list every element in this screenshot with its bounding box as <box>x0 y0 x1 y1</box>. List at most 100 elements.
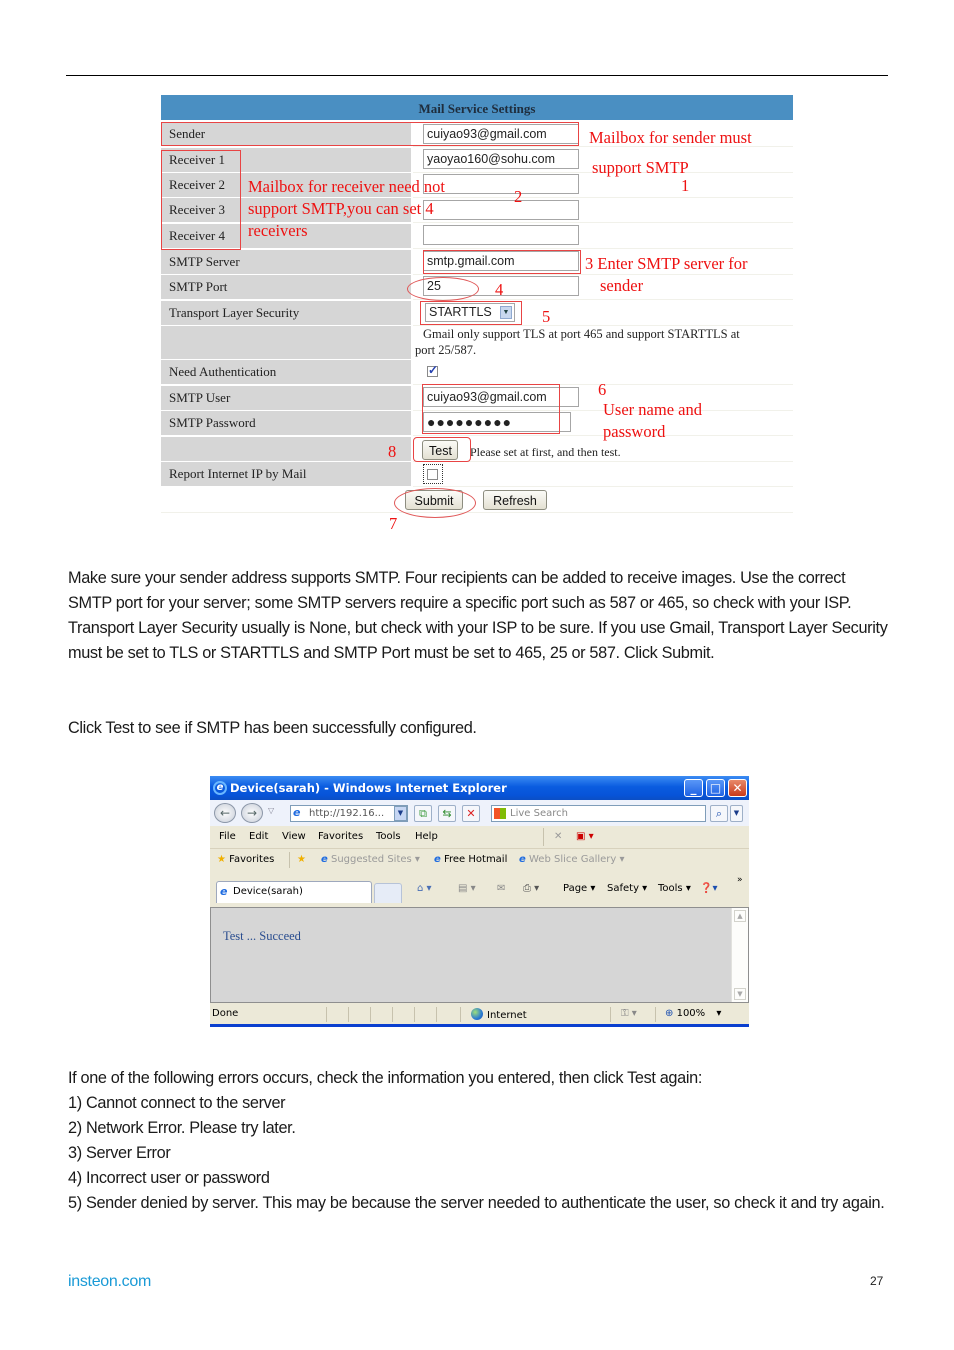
browser-nav-bar: ← → ▽ e http://192.16... ▼ ⧉ ⇆ ✕ Live Se… <box>210 800 749 826</box>
forward-icon[interactable]: → <box>241 803 263 823</box>
zoom-control[interactable]: ⊕ 100% ▾ <box>665 1008 721 1019</box>
search-options-icon[interactable]: ▼ <box>730 805 743 822</box>
receiver-3-field[interactable] <box>423 200 579 220</box>
test-instruction: Click Test to see if SMTP has been succe… <box>68 719 477 737</box>
print-icon[interactable]: ⎙ ▾ <box>523 883 539 894</box>
browser-window-screenshot: e Device(sarah) - Windows Internet Explo… <box>210 776 749 1027</box>
annotation-box-receivers <box>161 150 241 250</box>
mail-icon[interactable]: ✉ <box>497 883 505 894</box>
annotation-box-smtp-server <box>423 250 581 274</box>
live-search-logo-icon <box>494 808 506 819</box>
annotation-3-line2: sender <box>600 276 644 295</box>
row-report-ip: Report Internet IP by Mail <box>161 462 793 487</box>
compatibility-icon[interactable]: ⧉ <box>414 805 432 822</box>
menu-favorites[interactable]: Favorites <box>318 831 363 842</box>
pdf-icon[interactable]: ▣ ▾ <box>576 831 594 842</box>
test-hint: Please set at first, and then test. <box>470 445 621 459</box>
suggested-sites-link[interactable]: e Suggested Sites ▾ <box>321 854 420 865</box>
menu-help[interactable]: Help <box>415 831 438 842</box>
annotation-4-number: 4 <box>495 280 504 299</box>
home-icon[interactable]: ⌂ ▾ <box>417 883 432 894</box>
refresh-button[interactable]: Refresh <box>483 490 547 510</box>
annotation-oval-submit <box>394 488 476 518</box>
free-hotmail-link[interactable]: e Free Hotmail <box>434 854 507 865</box>
error-item: 4) Incorrect user or password <box>68 1169 270 1187</box>
receiver-2-field[interactable] <box>423 174 579 194</box>
new-tab-button[interactable] <box>374 883 402 903</box>
history-dropdown-icon[interactable]: ▽ <box>268 806 274 815</box>
label-smtp-user: SMTP User <box>161 386 411 410</box>
annotation-1-number: 1 <box>681 176 690 195</box>
error-item: 5) Sender denied by server. This may be … <box>68 1194 885 1212</box>
ie-logo-icon: e <box>213 781 227 795</box>
menu-view[interactable]: View <box>282 831 306 842</box>
label-smtp-port: SMTP Port <box>161 275 411 299</box>
label-report-ip: Report Internet IP by Mail <box>161 462 411 486</box>
scroll-up-icon[interactable]: ▲ <box>734 910 746 922</box>
security-zone: Internet <box>471 1008 527 1021</box>
error-item: 1) Cannot connect to the server <box>68 1094 286 1112</box>
refresh-icon[interactable]: ⇆ <box>438 805 456 822</box>
vertical-scrollbar[interactable]: ▲ ▼ <box>731 908 748 1002</box>
scroll-down-icon[interactable]: ▼ <box>734 988 746 1000</box>
need-auth-checkbox[interactable] <box>427 363 438 378</box>
star-icon: ★ <box>217 854 226 865</box>
footer-site-link[interactable]: insteon.com <box>68 1273 151 1291</box>
error-item: 2) Network Error. Please try later. <box>68 1119 296 1137</box>
add-favorites-icon[interactable]: ★ <box>297 854 306 865</box>
back-icon[interactable]: ← <box>214 803 236 823</box>
menu-bar: File Edit View Favorites Tools Help ✕ ▣ … <box>210 826 749 849</box>
feeds-icon[interactable]: ▤ ▾ <box>458 883 476 894</box>
menu-file[interactable]: File <box>219 831 236 842</box>
error-section: If one of the following errors occurs, c… <box>68 1066 888 1216</box>
annotation-2-line1: Mailbox for receiver need not <box>248 177 446 196</box>
annotation-8-number: 8 <box>388 442 397 461</box>
annotation-5-number: 5 <box>542 307 551 326</box>
address-dropdown-icon[interactable]: ▼ <box>394 806 407 821</box>
annotation-1-line2: support SMTP <box>592 158 689 177</box>
tab-bar: e Device(sarah) ⌂ ▾ ▤ ▾ ✉ ⎙ ▾ Page ▾ Saf… <box>210 871 749 905</box>
favorites-button[interactable]: ★ Favorites <box>217 854 274 865</box>
annotation-1-line1: Mailbox for sender must <box>589 128 752 147</box>
safety-menu[interactable]: Safety ▾ <box>607 883 647 894</box>
search-icon[interactable]: ⌕ <box>710 805 728 822</box>
receiver-4-field[interactable] <box>423 225 579 245</box>
ie-page-icon: e <box>434 854 441 865</box>
report-ip-checkbox[interactable] <box>427 469 438 480</box>
close-toolbar-icon[interactable]: ✕ <box>554 831 562 842</box>
address-bar[interactable]: e http://192.16... <box>290 805 408 822</box>
search-input[interactable]: Live Search <box>491 805 706 822</box>
annotation-6-line2: password <box>603 422 666 441</box>
mail-settings-title: Mail Service Settings <box>161 95 793 120</box>
label-smtp-server: SMTP Server <box>161 250 411 274</box>
stop-icon[interactable]: ✕ <box>462 805 480 822</box>
annotation-2-line3: receivers <box>248 221 308 240</box>
error-intro: If one of the following errors occurs, c… <box>68 1069 702 1087</box>
ie-page-icon: e <box>321 854 328 865</box>
annotation-box-tls <box>420 301 522 325</box>
help-icon[interactable]: ❓▾ <box>700 883 717 894</box>
annotation-box-credentials <box>422 384 560 434</box>
web-slice-gallery-link[interactable]: e Web Slice Gallery ▾ <box>519 854 625 865</box>
status-bar: Done Internet ⚿ ▾ ⊕ 100% ▾ <box>210 1004 749 1024</box>
tools-menu[interactable]: Tools ▾ <box>658 883 691 894</box>
protected-mode-icon[interactable]: ⚿ ▾ <box>621 1008 637 1019</box>
close-icon[interactable]: ✕ <box>728 779 747 797</box>
page-content: Test ... Succeed ▲ ▼ <box>210 907 749 1003</box>
annotation-box-test <box>413 437 471 462</box>
error-item: 3) Server Error <box>68 1144 171 1162</box>
menu-tools[interactable]: Tools <box>376 831 401 842</box>
page-menu[interactable]: Page ▾ <box>563 883 595 894</box>
annotation-box-sender <box>161 122 579 146</box>
maximize-icon[interactable]: □ <box>706 779 725 797</box>
receiver-1-field[interactable]: yaoyao160@sohu.com <box>423 149 579 169</box>
instructions-paragraph: Make sure your sender address supports S… <box>68 569 888 662</box>
tab-device-sarah[interactable]: e Device(sarah) <box>216 881 372 903</box>
page-icon: e <box>293 806 301 819</box>
minimize-icon[interactable]: _ <box>684 779 703 797</box>
ie-page-icon: e <box>519 854 526 865</box>
status-text: Done <box>212 1008 239 1019</box>
more-commands-icon[interactable]: » <box>737 875 743 885</box>
annotation-oval-port <box>407 277 479 301</box>
menu-edit[interactable]: Edit <box>249 831 268 842</box>
